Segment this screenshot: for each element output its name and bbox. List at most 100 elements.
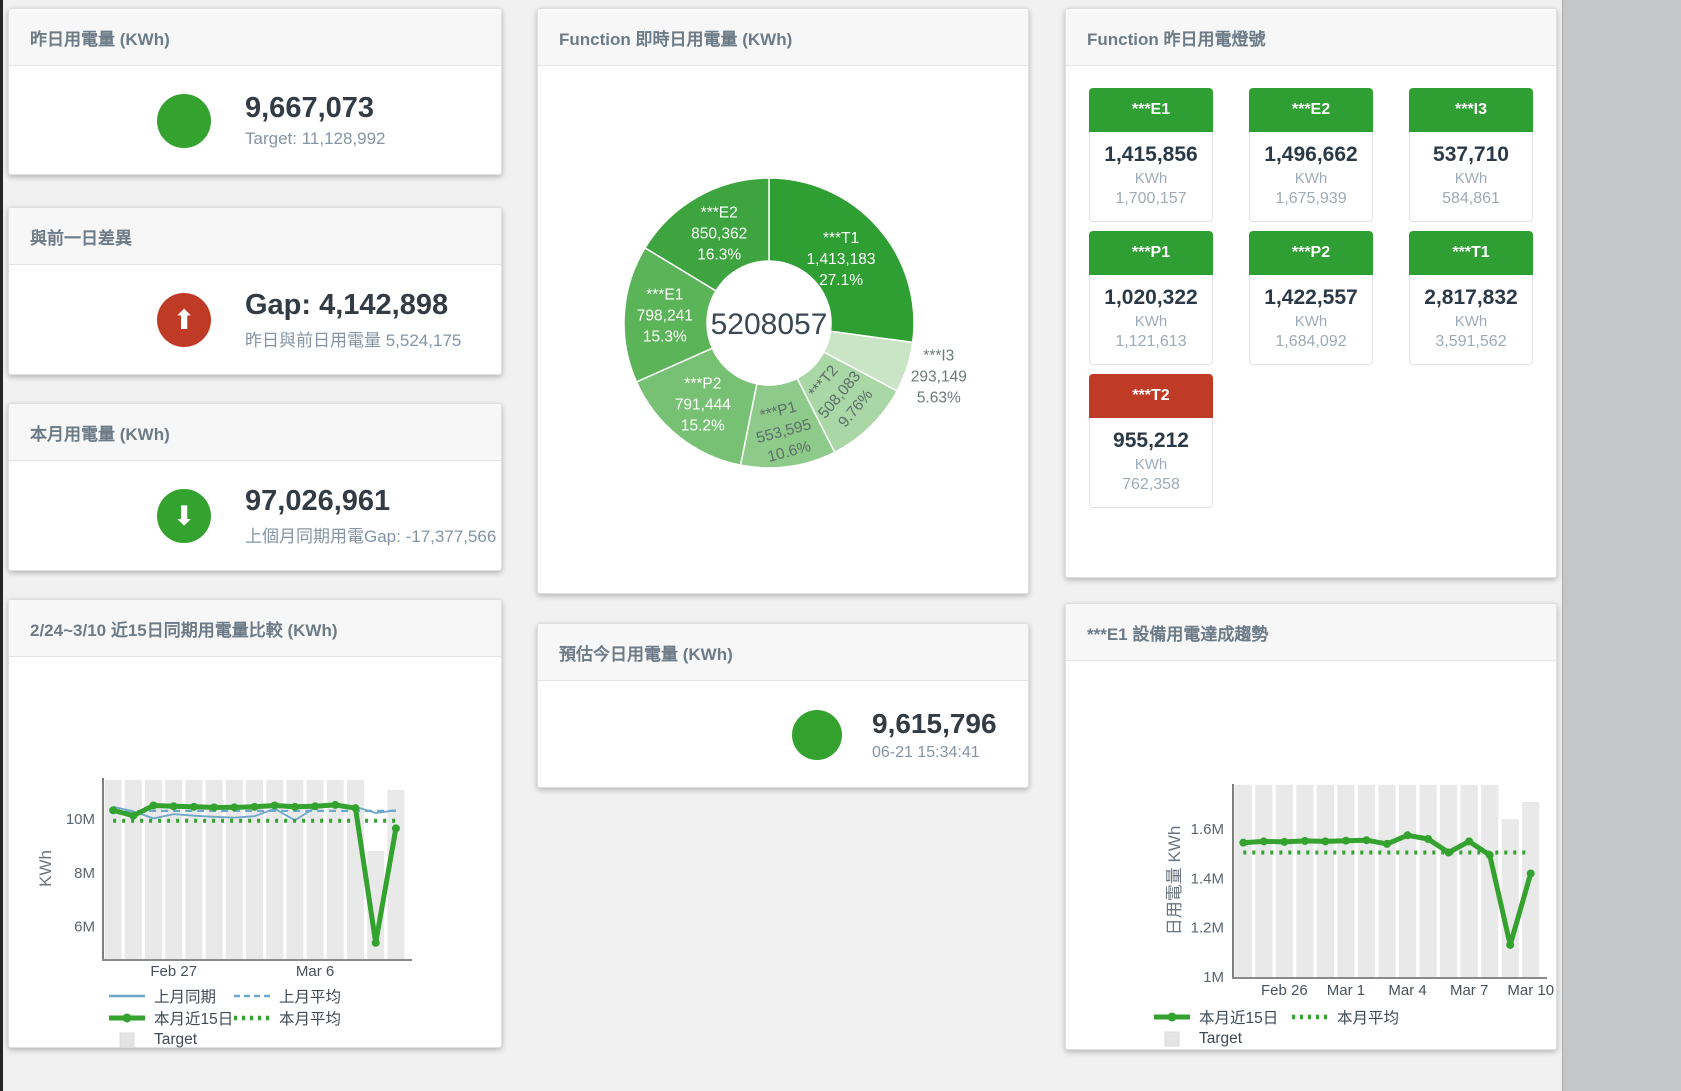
- legend-dotted-sample-icon: [234, 1010, 270, 1026]
- legend-label: 本月近15日: [154, 1007, 233, 1029]
- stat-value: Gap: 4,142,898: [245, 289, 461, 322]
- comparison-chart-legend: 上月同期 上月平均本月近15日本月平均 Target: [109, 985, 359, 1051]
- window-edge: [0, 0, 3, 1091]
- donut-slice-label: ***E2: [701, 205, 738, 222]
- svg-text:Mar 10: Mar 10: [1507, 982, 1554, 999]
- tile-target-value: 1,675,939: [1252, 190, 1370, 208]
- legend-item[interactable]: 本月平均: [1292, 1006, 1430, 1028]
- arrow-up-icon: ⬆: [157, 293, 211, 347]
- legend-item[interactable]: 上月平均: [234, 985, 359, 1007]
- donut-slice-label: 15.3%: [643, 328, 687, 345]
- legend-item[interactable]: 本月近15日: [1154, 1006, 1292, 1028]
- donut-slice-label: ***I3: [923, 348, 954, 365]
- device-tile-p1: ***P11,020,322KWh1,121,613: [1089, 231, 1213, 365]
- tile-value: 1,422,557: [1252, 286, 1370, 310]
- legend-label: Target: [1199, 1030, 1242, 1048]
- card-yesterday-usage: 昨日用電量 (KWh) 9,667,073 Target: 11,128,992: [8, 8, 502, 175]
- svg-text:Feb 26: Feb 26: [1261, 982, 1308, 999]
- device-tile-e2: ***E2 1,496,662 KWh 1,675,939: [1249, 88, 1373, 222]
- status-circle-icon: [157, 94, 211, 148]
- svg-text:1.2M: 1.2M: [1191, 920, 1224, 937]
- legend-item[interactable]: 本月近15日: [109, 1007, 234, 1029]
- legend-item[interactable]: Target: [1154, 1030, 1292, 1048]
- legend-item[interactable]: Target: [109, 1031, 234, 1049]
- tile-unit: KWh: [1252, 170, 1370, 187]
- tile-status-header: ***P1: [1089, 231, 1213, 275]
- legend-thin-sample-icon: [109, 988, 145, 1004]
- tile-body: 1,422,557 KWh 1,684,092: [1249, 275, 1373, 365]
- tile-target-value: 1,684,092: [1252, 333, 1370, 351]
- device-tile-t2: ***T2955,212KWh762,358: [1089, 374, 1213, 508]
- tile-value: 955,212: [1092, 429, 1210, 453]
- card-estimated-today: 預估今日用電量 (KWh) 9,615,796 06-21 15:34:41: [537, 623, 1029, 788]
- tile-unit: KWh: [1092, 170, 1210, 187]
- donut-slice-label: 15.2%: [681, 418, 725, 435]
- arrow-down-icon: ⬇: [157, 489, 211, 543]
- tile-body: 1,496,662 KWh 1,675,939: [1249, 132, 1373, 222]
- tile-unit: KWh: [1412, 313, 1530, 330]
- tile-target-value: 1,700,157: [1092, 190, 1210, 208]
- legend-label: 本月近15日: [1199, 1006, 1278, 1028]
- card-title: Function 昨日用電燈號: [1066, 9, 1556, 66]
- tile-status-header: ***P2: [1249, 231, 1373, 275]
- e1-trend-line-chart: 1M1.2M1.4M1.6MFeb 26Mar 1Mar 4Mar 7Mar 1…: [1066, 661, 1556, 1050]
- legend-label: 上月平均: [279, 985, 341, 1007]
- legend-thick-sample-icon: [1154, 1009, 1190, 1025]
- svg-text:1.4M: 1.4M: [1191, 870, 1224, 887]
- legend-label: Target: [154, 1031, 197, 1049]
- tile-body: 1,415,856KWh1,700,157: [1089, 132, 1213, 222]
- tile-value: 2,817,832: [1412, 286, 1530, 310]
- legend-square-sample-icon: [1154, 1031, 1190, 1047]
- svg-text:8M: 8M: [74, 865, 95, 882]
- stat-timestamp: 06-21 15:34:41: [872, 744, 997, 762]
- tile-status-header: ***E2: [1249, 88, 1373, 132]
- card-title: ***E1 設備用電達成趨勢: [1066, 604, 1556, 661]
- device-tile-p2: ***P2 1,422,557 KWh 1,684,092: [1249, 231, 1373, 365]
- card-title: Function 即時日用電量 (KWh): [538, 9, 1028, 66]
- legend-label: 上月同期: [154, 985, 216, 1007]
- tile-unit: KWh: [1412, 170, 1530, 187]
- svg-text:1.6M: 1.6M: [1191, 821, 1224, 838]
- donut-slice-label: 798,241: [637, 307, 693, 324]
- tile-value: 1,496,662: [1252, 143, 1370, 167]
- tile-status-header: ***T1: [1409, 231, 1533, 275]
- legend-square-sample-icon: [109, 1032, 145, 1048]
- stat-subtitle: 昨日與前日用電量 5,524,175: [245, 326, 461, 351]
- card-title: 昨日用電量 (KWh): [9, 9, 501, 66]
- card-realtime-donut: Function 即時日用電量 (KWh) ***T11,413,18327.1…: [537, 8, 1029, 594]
- tile-body: 537,710KWh584,861: [1409, 132, 1533, 222]
- donut-slice-label: ***P2: [684, 376, 721, 393]
- card-15day-comparison: 2/24~3/10 近15日同期用電量比較 (KWh) 6M8M10MFeb 2…: [8, 599, 502, 1048]
- dashboard: 昨日用電量 (KWh) 9,667,073 Target: 11,128,992…: [0, 0, 1681, 1091]
- legend-dashed-sample-icon: [234, 988, 270, 1004]
- device-tile-e1: ***E11,415,856KWh1,700,157: [1089, 88, 1213, 222]
- svg-text:Mar 7: Mar 7: [1450, 982, 1488, 999]
- svg-text:Mar 4: Mar 4: [1388, 982, 1426, 999]
- legend-item[interactable]: 上月同期: [109, 985, 234, 1007]
- svg-text:KWh: KWh: [36, 850, 55, 887]
- donut-slice-label: 27.1%: [819, 272, 863, 289]
- svg-text:日用電量 KWh: 日用電量 KWh: [1165, 826, 1184, 936]
- realtime-usage-donut-chart: ***T11,413,18327.1%***I3293,1495.63%***T…: [538, 66, 1028, 594]
- svg-text:1M: 1M: [1203, 969, 1224, 986]
- tile-body: 955,212KWh762,358: [1089, 418, 1213, 508]
- card-status-lights: Function 昨日用電燈號 ***E11,415,856KWh1,700,1…: [1065, 8, 1557, 578]
- tile-value: 1,020,322: [1092, 286, 1210, 310]
- donut-center-total: 5208057: [711, 308, 828, 341]
- svg-text:6M: 6M: [74, 919, 95, 936]
- tile-target-value: 584,861: [1412, 190, 1530, 208]
- e1-chart-legend: 本月近15日 本月平均 Target: [1154, 1006, 1430, 1050]
- tile-body: 1,020,322KWh1,121,613: [1089, 275, 1213, 365]
- right-gutter: [1562, 0, 1681, 1091]
- tile-status-header: ***I3: [1409, 88, 1533, 132]
- card-gap-prev-day: 與前一日差異 ⬆ Gap: 4,142,898 昨日與前日用電量 5,524,1…: [8, 207, 502, 375]
- donut-slice-label: 791,444: [675, 397, 731, 414]
- donut-slice-label: 5.63%: [917, 390, 961, 407]
- legend-item[interactable]: 本月平均: [234, 1007, 359, 1029]
- device-tiles-grid: ***E11,415,856KWh1,700,157***E21,496,662…: [1066, 66, 1556, 508]
- svg-text:Mar 6: Mar 6: [296, 963, 334, 980]
- legend-label: 本月平均: [1337, 1006, 1399, 1028]
- card-title: 本月用電量 (KWh): [9, 404, 501, 461]
- tile-unit: KWh: [1252, 313, 1370, 330]
- device-tile-i3: ***I3537,710KWh584,861: [1409, 88, 1533, 222]
